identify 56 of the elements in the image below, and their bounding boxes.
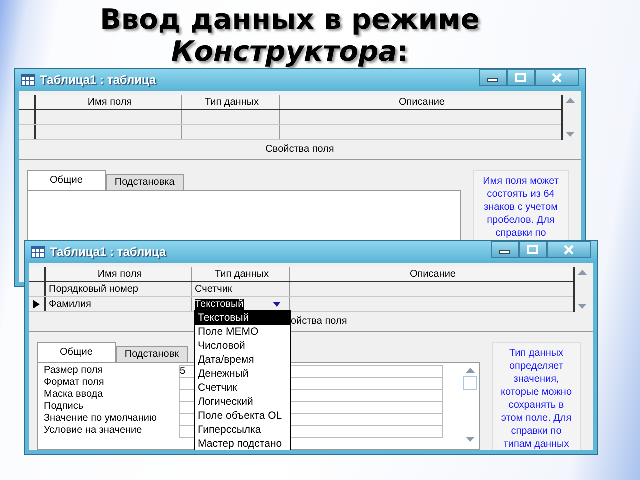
tab[interactable]: Подстановка [106, 174, 184, 190]
property-label: Формат поля [44, 377, 106, 389]
table-cell: Фамилия [49, 298, 92, 310]
close-icon [563, 244, 575, 254]
property-label: Подпись [44, 401, 85, 413]
minimize-button[interactable] [479, 69, 507, 86]
property-label: Условие на значение [44, 425, 144, 437]
section-caption: Свойства поля [19, 140, 581, 160]
slide-title: Ввод данных в режиме [100, 4, 480, 36]
dropdown-option[interactable]: Поле MEMO [195, 325, 290, 339]
dropdown-option[interactable]: Денежный [195, 367, 290, 381]
scroll-down-icon [566, 132, 574, 137]
dropdown-arrow-icon[interactable] [273, 302, 281, 307]
column-header[interactable]: Описание [280, 95, 561, 109]
scroll-thumb[interactable] [463, 376, 477, 390]
table-cell: Счетчик [195, 284, 232, 294]
tab[interactable]: Общие [27, 170, 106, 190]
window-title: Таблица1 : таблица [50, 245, 166, 259]
dropdown-option[interactable]: Поле объекта OL [195, 409, 290, 423]
close-icon [551, 72, 563, 82]
column-header[interactable]: Имя поля [46, 267, 192, 281]
tab[interactable]: Подстановк [116, 346, 188, 362]
column-header[interactable]: Имя поля [36, 95, 182, 109]
table-icon [21, 74, 35, 86]
dropdown-option[interactable]: Гиперссылка [195, 423, 290, 437]
minimize-button[interactable] [491, 241, 519, 258]
scroll-up-icon [566, 98, 574, 103]
maximize-button[interactable] [519, 241, 547, 258]
slide-title: Конструктора: [171, 36, 409, 68]
maximize-icon [527, 244, 539, 254]
dropdown-option[interactable]: Логический [195, 395, 290, 409]
column-header[interactable]: Тип данных [192, 267, 290, 281]
current-row-icon [33, 300, 40, 308]
scroll-up-icon [578, 270, 586, 275]
scroll-down-icon [578, 304, 586, 309]
dropdown-option[interactable]: Мастер подстано [195, 437, 290, 450]
table-cell: Текстовый [195, 298, 244, 310]
dropdown-option[interactable]: Дата/время [195, 353, 290, 367]
maximize-button[interactable] [507, 69, 535, 86]
table-icon [31, 246, 45, 258]
help-text: Тип данных определяет значения, которые можно сохранять в этом поле. Для справки по типам данных [492, 342, 581, 450]
close-button[interactable] [535, 69, 579, 86]
dropdown-option[interactable]: Счетчик [195, 381, 290, 395]
column-header[interactable]: Тип данных [182, 95, 280, 109]
scroll-up-icon [466, 368, 474, 373]
dropdown-option[interactable]: Числовой [195, 339, 290, 353]
maximize-icon [515, 72, 527, 82]
window-title: Таблица1 : таблица [40, 73, 156, 87]
property-label: Значение по умолчанию [44, 413, 158, 425]
scroll-down-icon [466, 437, 474, 442]
property-label: Маска ввода [44, 389, 104, 401]
property-label: Размер поля [44, 365, 104, 377]
table-cell: Порядковый номер [49, 284, 138, 294]
close-button[interactable] [547, 241, 591, 258]
dropdown-option[interactable]: Текстовый [195, 311, 290, 325]
tab[interactable]: Общие [37, 342, 116, 362]
